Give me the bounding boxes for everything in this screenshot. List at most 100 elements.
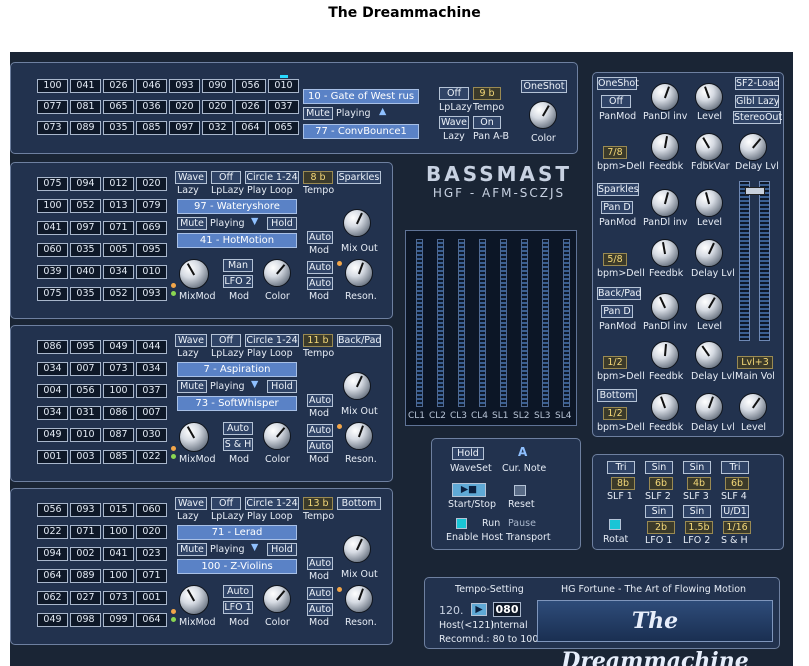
lfo-rate-value[interactable]: 2b bbox=[647, 521, 675, 534]
mix-out-knob[interactable] bbox=[343, 372, 371, 400]
sf2-load-button[interactable]: SF2-Load bbox=[735, 77, 780, 90]
lplazy-toggle[interactable]: Off bbox=[211, 171, 241, 184]
seq-cell[interactable]: 020 bbox=[136, 177, 167, 191]
pan-d-button[interactable]: Pan D bbox=[601, 201, 633, 214]
seq-cell[interactable]: 097 bbox=[70, 221, 101, 235]
mod-type-button[interactable]: Auto bbox=[223, 422, 253, 435]
seq-cell[interactable]: 085 bbox=[103, 450, 134, 464]
run-toggle[interactable] bbox=[456, 518, 467, 529]
play-arrow-icon[interactable]: ▲ bbox=[379, 106, 386, 117]
seq-cell[interactable]: 039 bbox=[37, 265, 68, 279]
seq-cell[interactable]: 081 bbox=[70, 100, 101, 114]
mix-out-knob[interactable] bbox=[343, 535, 371, 563]
seq-cell[interactable]: 013 bbox=[103, 199, 134, 213]
auto-reson-button[interactable]: Auto bbox=[307, 603, 333, 616]
reson-knob[interactable] bbox=[345, 422, 373, 450]
tempo-value[interactable]: 8 b bbox=[303, 171, 333, 184]
tempo-source-button[interactable]: ▶ bbox=[471, 603, 487, 616]
reset-button[interactable] bbox=[514, 485, 526, 496]
lfo-shape-button[interactable]: Sin bbox=[683, 505, 711, 518]
lfo-shape-button[interactable]: Tri bbox=[721, 461, 749, 474]
preset-button[interactable]: Sparkles bbox=[337, 171, 381, 184]
seq-cell[interactable]: 020 bbox=[169, 100, 200, 114]
seq-cell[interactable]: 079 bbox=[136, 199, 167, 213]
delay-level-knob-4[interactable] bbox=[695, 393, 723, 421]
wave-select-1[interactable]: 71 - Lerad bbox=[177, 525, 297, 540]
seq-cell[interactable]: 040 bbox=[70, 265, 101, 279]
pandl-inv-knob-2[interactable] bbox=[651, 189, 679, 217]
auto-color-button[interactable]: Auto bbox=[307, 424, 333, 437]
seq-cell[interactable]: 026 bbox=[103, 79, 134, 93]
seq-cell[interactable]: 087 bbox=[103, 428, 134, 442]
seq-cell[interactable]: 095 bbox=[136, 243, 167, 257]
seq-cell[interactable]: 036 bbox=[136, 100, 167, 114]
seq-cell[interactable]: 041 bbox=[70, 79, 101, 93]
delay-level-knob-3[interactable] bbox=[695, 341, 723, 369]
lfo-select[interactable]: S & H bbox=[223, 438, 253, 451]
seq-cell[interactable]: 085 bbox=[136, 121, 167, 135]
feedback-knob[interactable] bbox=[651, 133, 679, 161]
global-lazy-button[interactable]: Glbl Lazy bbox=[735, 95, 779, 108]
circle-button[interactable]: Circle 1-24 bbox=[245, 497, 299, 510]
seq-cell[interactable]: 010 bbox=[268, 79, 299, 93]
seq-cell[interactable]: 049 bbox=[37, 428, 68, 442]
mute-button[interactable]: Mute bbox=[303, 107, 333, 120]
seq-cell[interactable]: 037 bbox=[136, 384, 167, 398]
circle-button[interactable]: Circle 1-24 bbox=[245, 334, 299, 347]
level-knob[interactable] bbox=[695, 83, 723, 111]
bpm-dell-value[interactable]: 7/8 bbox=[603, 146, 627, 159]
mute-button[interactable]: Mute bbox=[177, 217, 207, 230]
seq-cell[interactable]: 032 bbox=[202, 121, 233, 135]
wave-select-1[interactable]: 97 - Wateryshore bbox=[177, 199, 297, 214]
lfo-shape-button[interactable]: Sin bbox=[683, 461, 711, 474]
seq-cell[interactable]: 065 bbox=[268, 121, 299, 135]
seq-cell[interactable]: 046 bbox=[136, 79, 167, 93]
lfo-shape-button[interactable]: Sin bbox=[645, 461, 673, 474]
auto-mod-button[interactable]: Auto bbox=[307, 394, 333, 407]
lfo-rate-value[interactable]: 1/16 bbox=[723, 521, 751, 534]
seq-cell[interactable]: 052 bbox=[103, 287, 134, 301]
seq-cell[interactable]: 064 bbox=[235, 121, 266, 135]
seq-cell[interactable]: 041 bbox=[37, 221, 68, 235]
lfo-rate-value[interactable]: 4b bbox=[687, 477, 711, 490]
auto-color-button[interactable]: Auto bbox=[307, 587, 333, 600]
wave-button[interactable]: Wave bbox=[175, 497, 207, 510]
lfo-rate-value[interactable]: 6b bbox=[725, 477, 749, 490]
color-knob[interactable] bbox=[263, 259, 291, 287]
seq-cell[interactable]: 034 bbox=[103, 265, 134, 279]
seq-cell[interactable]: 031 bbox=[70, 406, 101, 420]
seq-cell[interactable]: 001 bbox=[37, 450, 68, 464]
seq-cell[interactable]: 093 bbox=[169, 79, 200, 93]
wave-button[interactable]: Wave bbox=[439, 116, 469, 129]
seq-cell[interactable]: 090 bbox=[202, 79, 233, 93]
seq-cell[interactable]: 099 bbox=[103, 613, 134, 627]
seq-cell[interactable]: 012 bbox=[103, 177, 134, 191]
seq-cell[interactable]: 100 bbox=[103, 569, 134, 583]
seq-cell[interactable]: 052 bbox=[70, 199, 101, 213]
seq-cell[interactable]: 035 bbox=[70, 287, 101, 301]
seq-cell[interactable]: 064 bbox=[37, 569, 68, 583]
lfo-shape-button[interactable]: U/D1 bbox=[721, 505, 749, 518]
seq-cell[interactable]: 071 bbox=[70, 525, 101, 539]
seq-cell[interactable]: 100 bbox=[103, 525, 134, 539]
play-arrow-icon[interactable]: ▼ bbox=[251, 379, 258, 390]
tempo-value[interactable]: 13 b bbox=[303, 497, 333, 510]
seq-cell[interactable]: 060 bbox=[136, 503, 167, 517]
seq-cell[interactable]: 100 bbox=[37, 199, 68, 213]
seq-cell[interactable]: 026 bbox=[235, 100, 266, 114]
oneshot-delay-button[interactable]: OneShot bbox=[597, 77, 639, 90]
pan-ab-toggle[interactable]: On bbox=[473, 116, 501, 129]
main-vol-fader[interactable] bbox=[745, 187, 765, 195]
auto-color-button[interactable]: Auto bbox=[307, 261, 333, 274]
mixmod-knob[interactable] bbox=[179, 585, 209, 615]
bottom-delay-button[interactable]: Bottom bbox=[597, 389, 637, 402]
pandl-inv-knob[interactable] bbox=[651, 83, 679, 111]
seq-cell[interactable]: 001 bbox=[136, 591, 167, 605]
seq-cell[interactable]: 049 bbox=[37, 613, 68, 627]
reson-knob[interactable] bbox=[345, 259, 373, 287]
seq-cell[interactable]: 094 bbox=[70, 177, 101, 191]
seq-cell[interactable]: 064 bbox=[136, 613, 167, 627]
lfo-shape-button[interactable]: Sin bbox=[645, 505, 673, 518]
seq-cell[interactable]: 071 bbox=[136, 569, 167, 583]
lplazy-toggle[interactable]: Off bbox=[211, 497, 241, 510]
